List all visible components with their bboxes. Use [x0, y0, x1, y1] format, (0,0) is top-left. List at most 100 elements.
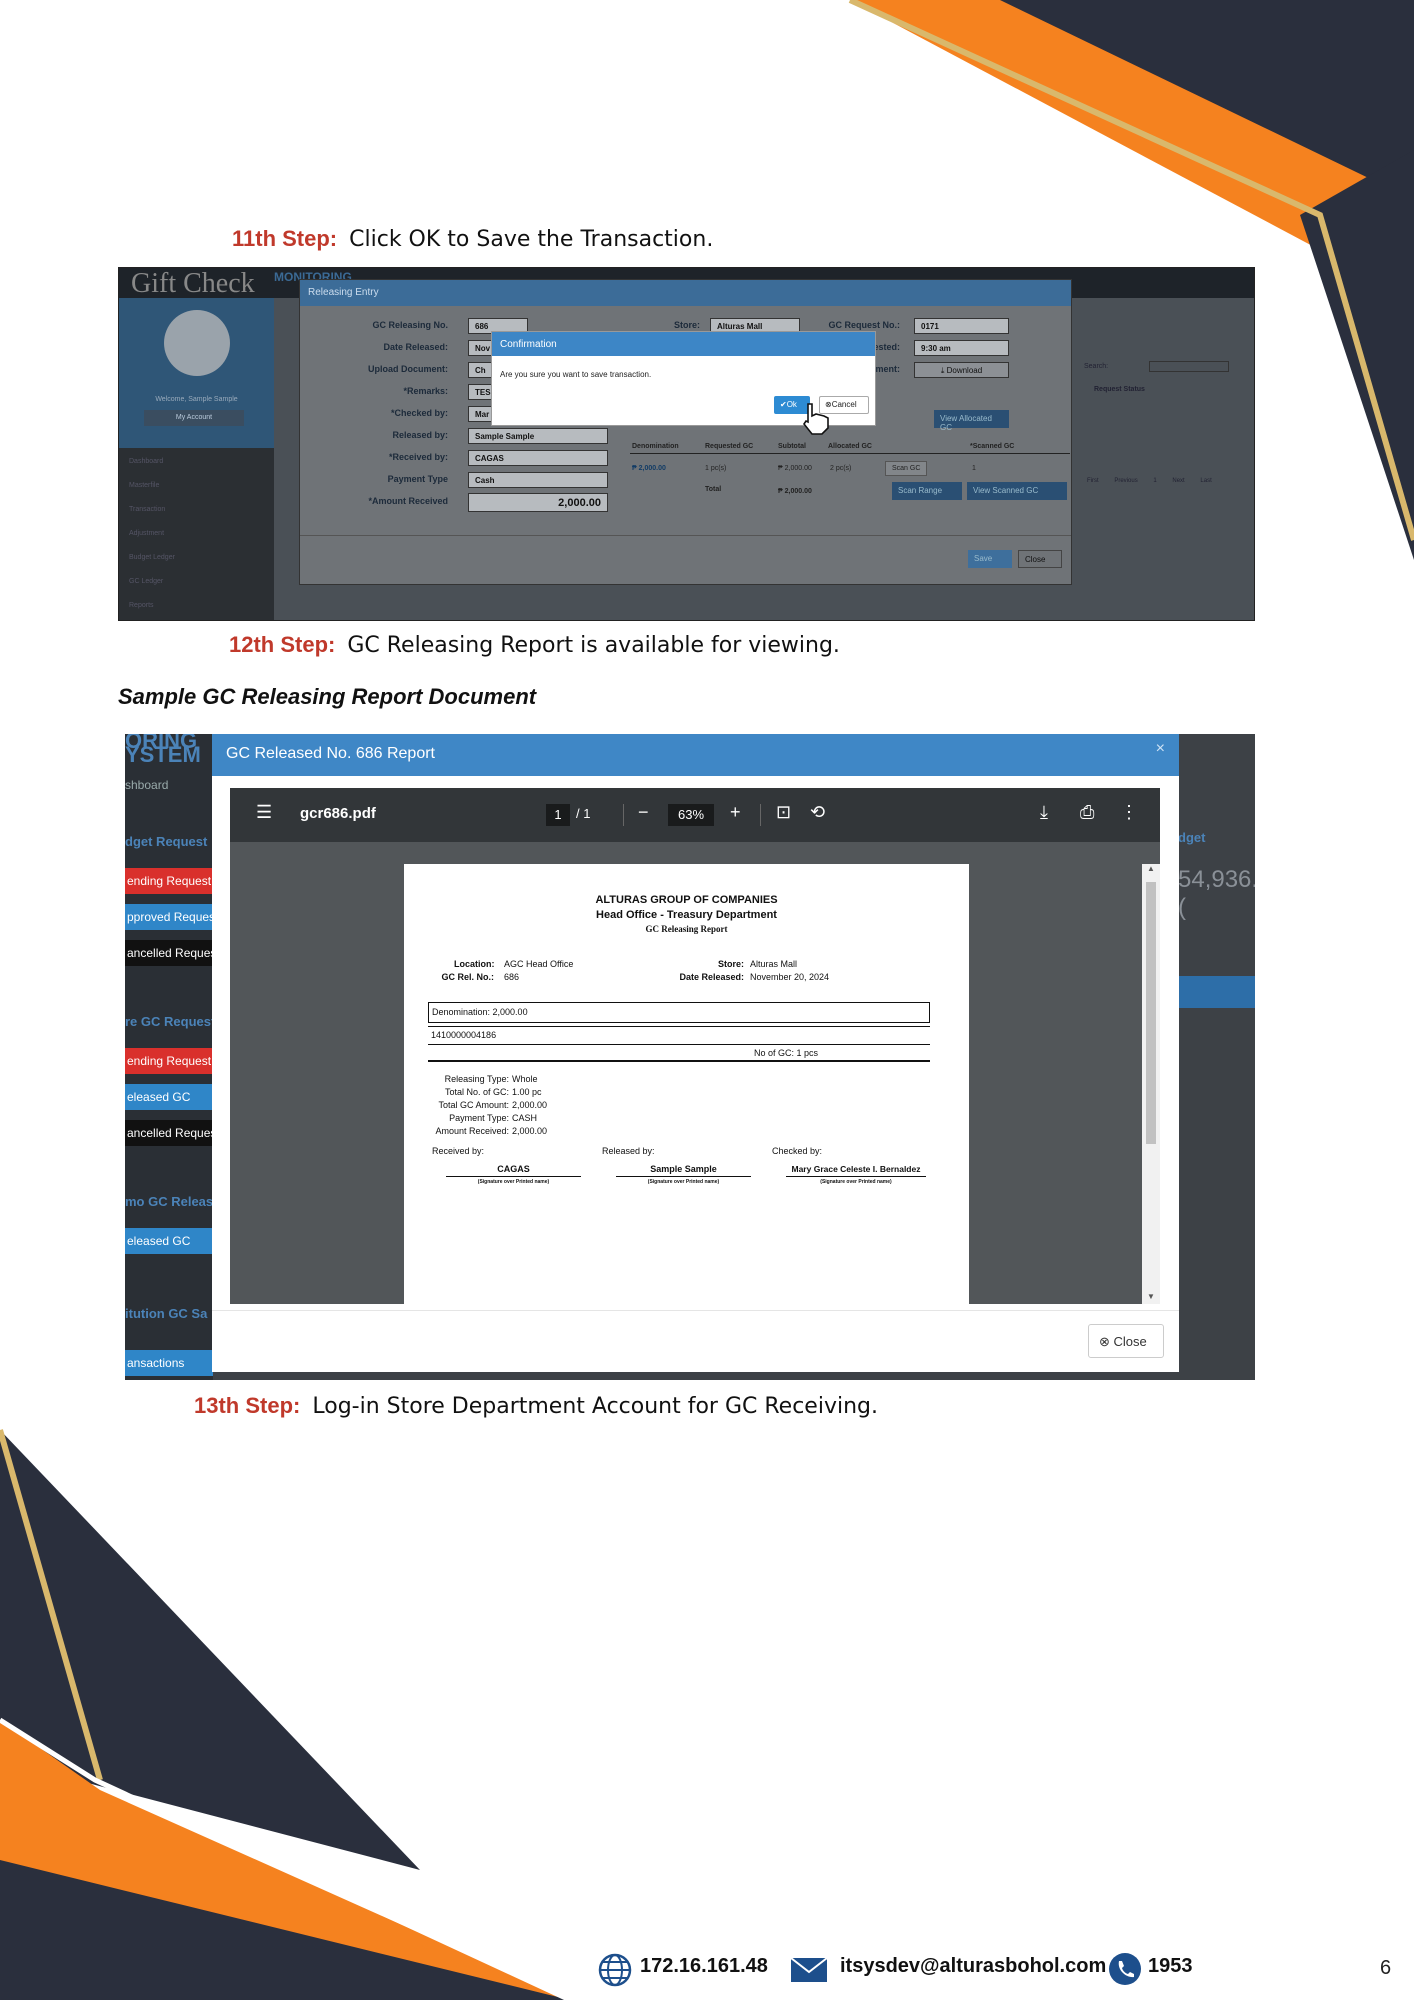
amount-received-value: 2,000.00	[512, 1126, 548, 1136]
bg-nav-budget-request: dget Request	[125, 834, 208, 849]
sidebar-item-masterfile[interactable]: Masterfile	[129, 482, 159, 489]
no-of-gc: No of GC: 1 pcs	[754, 1048, 819, 1058]
sidebar-item-transaction[interactable]: Transaction	[129, 506, 165, 513]
received-by-label: Received by:	[432, 1146, 485, 1156]
download-button[interactable]: ⤓ Download	[914, 362, 1009, 378]
gc-request-no-label: GC Request No.:	[828, 320, 900, 330]
checked-by-label: *Checked by:	[390, 408, 448, 418]
store-label: Store:	[717, 959, 744, 969]
bg-nav-pending-2: ending Request	[125, 1048, 213, 1074]
table-divider	[630, 453, 1070, 454]
payment-type-label: Payment Type:	[449, 1113, 509, 1123]
step-11-label: 11th Step:	[232, 226, 338, 251]
rel-no-label: GC Rel. No.:	[441, 972, 494, 982]
sidebar-item-reports[interactable]: Reports	[129, 602, 154, 609]
scrollbar-thumb[interactable]	[1146, 882, 1156, 1144]
date-released-label: Date Released:	[679, 972, 744, 982]
print-icon[interactable]: ⎙	[1080, 802, 1094, 823]
step-12-text: GC Releasing Report is available for vie…	[347, 633, 840, 658]
received-by-label: *Received by:	[388, 452, 448, 462]
more-options-icon[interactable]: ⋮	[1120, 802, 1138, 823]
total-amount-value: 2,000.00	[512, 1100, 548, 1110]
background-right-panel: dget 54,936.(	[1178, 734, 1255, 1380]
close-icon[interactable]: ×	[1156, 740, 1165, 758]
total-label: Total	[705, 486, 722, 493]
scroll-down-icon[interactable]: ▼	[1147, 1292, 1155, 1301]
releasing-entry-modal: Releasing Entry GC Releasing No. 686 Dat…	[299, 279, 1072, 585]
zoom-in-icon[interactable]: +	[730, 802, 741, 823]
report-department: Head Office - Treasury Department	[596, 909, 777, 921]
close-button[interactable]: Close	[1018, 550, 1062, 568]
zoom-out-icon[interactable]: −	[638, 802, 649, 823]
report-title: GC Releasing Report	[645, 924, 728, 934]
releasing-entry-screenshot: Gift Check MONITORING Welcome, Sample Sa…	[118, 267, 1255, 621]
pager-last[interactable]: Last	[1200, 478, 1211, 484]
menu-icon[interactable]: ☰	[256, 802, 272, 823]
total-value: ₱ 2,000.00	[778, 488, 812, 495]
close-circle-icon: ⊗	[1099, 1334, 1114, 1349]
welcome-text: Welcome, Sample Sample	[155, 396, 238, 403]
confirmation-dialog: Confirmation Are you sure you want to sa…	[491, 331, 876, 435]
location-value: AGC Head Office	[504, 959, 574, 969]
fit-page-icon[interactable]: ⊡	[776, 802, 791, 823]
page-number-input[interactable]: 1	[546, 804, 570, 826]
signature-caption-1: (Signature over Printed name)	[477, 1179, 550, 1185]
bg-nav-promo: mo GC Releas	[125, 1194, 214, 1209]
releasing-type-value: Whole	[512, 1074, 538, 1084]
mail-icon	[790, 1957, 828, 1982]
search-label: Search:	[1084, 363, 1109, 370]
sidebar-item-dashboard[interactable]: Dashboard	[129, 458, 163, 465]
checked-by-label: Checked by:	[772, 1146, 823, 1156]
received-by-name: CAGAS	[497, 1164, 530, 1174]
bg-nav-approved: pproved Reques	[125, 904, 213, 930]
my-account-button[interactable]: My Account	[144, 410, 244, 426]
sidebar-item-gc-ledger[interactable]: GC Ledger	[129, 578, 163, 585]
modal-footer-divider	[212, 1310, 1179, 1311]
pager-page[interactable]: 1	[1153, 478, 1156, 484]
scroll-up-icon[interactable]: ▲	[1147, 864, 1155, 873]
sidebar-item-budget-ledger[interactable]: Budget Ledger	[129, 554, 175, 561]
pager-next[interactable]: Next	[1172, 478, 1184, 484]
view-allocated-gc-button[interactable]: View Allocated GC	[934, 410, 1009, 432]
location-label: Location:	[454, 959, 495, 969]
bg-blue-bar	[1178, 976, 1255, 1008]
rotate-icon[interactable]: ⟲	[810, 802, 825, 823]
received-by-field[interactable]: CAGAS	[468, 450, 608, 466]
signature-line-3	[786, 1176, 926, 1177]
modal-footer-divider	[300, 535, 1071, 536]
amount-received-label: Amount Received:	[435, 1126, 509, 1136]
payment-type-select[interactable]: Cash	[468, 472, 608, 488]
denomination-box: Denomination: 2,000.00	[428, 1002, 930, 1023]
report-modal-title: GC Released No. 686 Report	[212, 734, 1179, 776]
zoom-level[interactable]: 63%	[668, 804, 714, 826]
pager-first[interactable]: First	[1087, 478, 1099, 484]
amount-received-field[interactable]: 2,000.00	[468, 493, 608, 512]
download-icon[interactable]: ⤓	[1040, 802, 1048, 823]
search-input[interactable]	[1149, 361, 1229, 372]
signature-line-1	[446, 1176, 581, 1177]
signature-line-2	[616, 1176, 751, 1177]
save-button[interactable]: Save	[968, 550, 1012, 568]
scan-gc-button[interactable]: Scan GC	[885, 461, 928, 476]
pointer-hand-icon	[803, 403, 829, 435]
view-scanned-gc-button[interactable]: View Scanned GC	[967, 482, 1067, 500]
report-rule-1	[428, 1026, 930, 1027]
total-amount-label: Total GC Amount:	[438, 1100, 509, 1110]
released-by-label: Released by:	[602, 1146, 655, 1156]
close-button[interactable]: ⊗ Close	[1088, 1324, 1164, 1358]
cell-subtotal: ₱ 2,000.00	[778, 465, 812, 472]
bg-budget-label: dget	[1178, 830, 1206, 845]
pager-previous[interactable]: Previous	[1114, 478, 1137, 484]
released-by-label: Released by:	[392, 430, 448, 440]
sidebar-item-adjustment[interactable]: Adjustment	[129, 530, 164, 537]
footer-phone: 1953	[1148, 1955, 1193, 1977]
col-scanned-gc: *Scanned GC	[970, 443, 1015, 450]
pdf-viewer: ☰ gcr686.pdf 1 / 1 − 63% + ⊡ ⟲ ⤓ ⎙ ⋮ ALT…	[230, 788, 1160, 1304]
pdf-scrollbar[interactable]: ▲ ▼	[1142, 864, 1160, 1304]
signature-caption-3: (Signature over Printed name)	[820, 1179, 892, 1185]
page-total: / 1	[576, 806, 591, 821]
scan-range-button[interactable]: Scan Range	[892, 482, 962, 500]
gc-request-no-field: 0171	[914, 318, 1009, 334]
pager[interactable]: First Previous 1 Next Last	[1087, 478, 1212, 484]
report-rule-3	[428, 1060, 930, 1062]
